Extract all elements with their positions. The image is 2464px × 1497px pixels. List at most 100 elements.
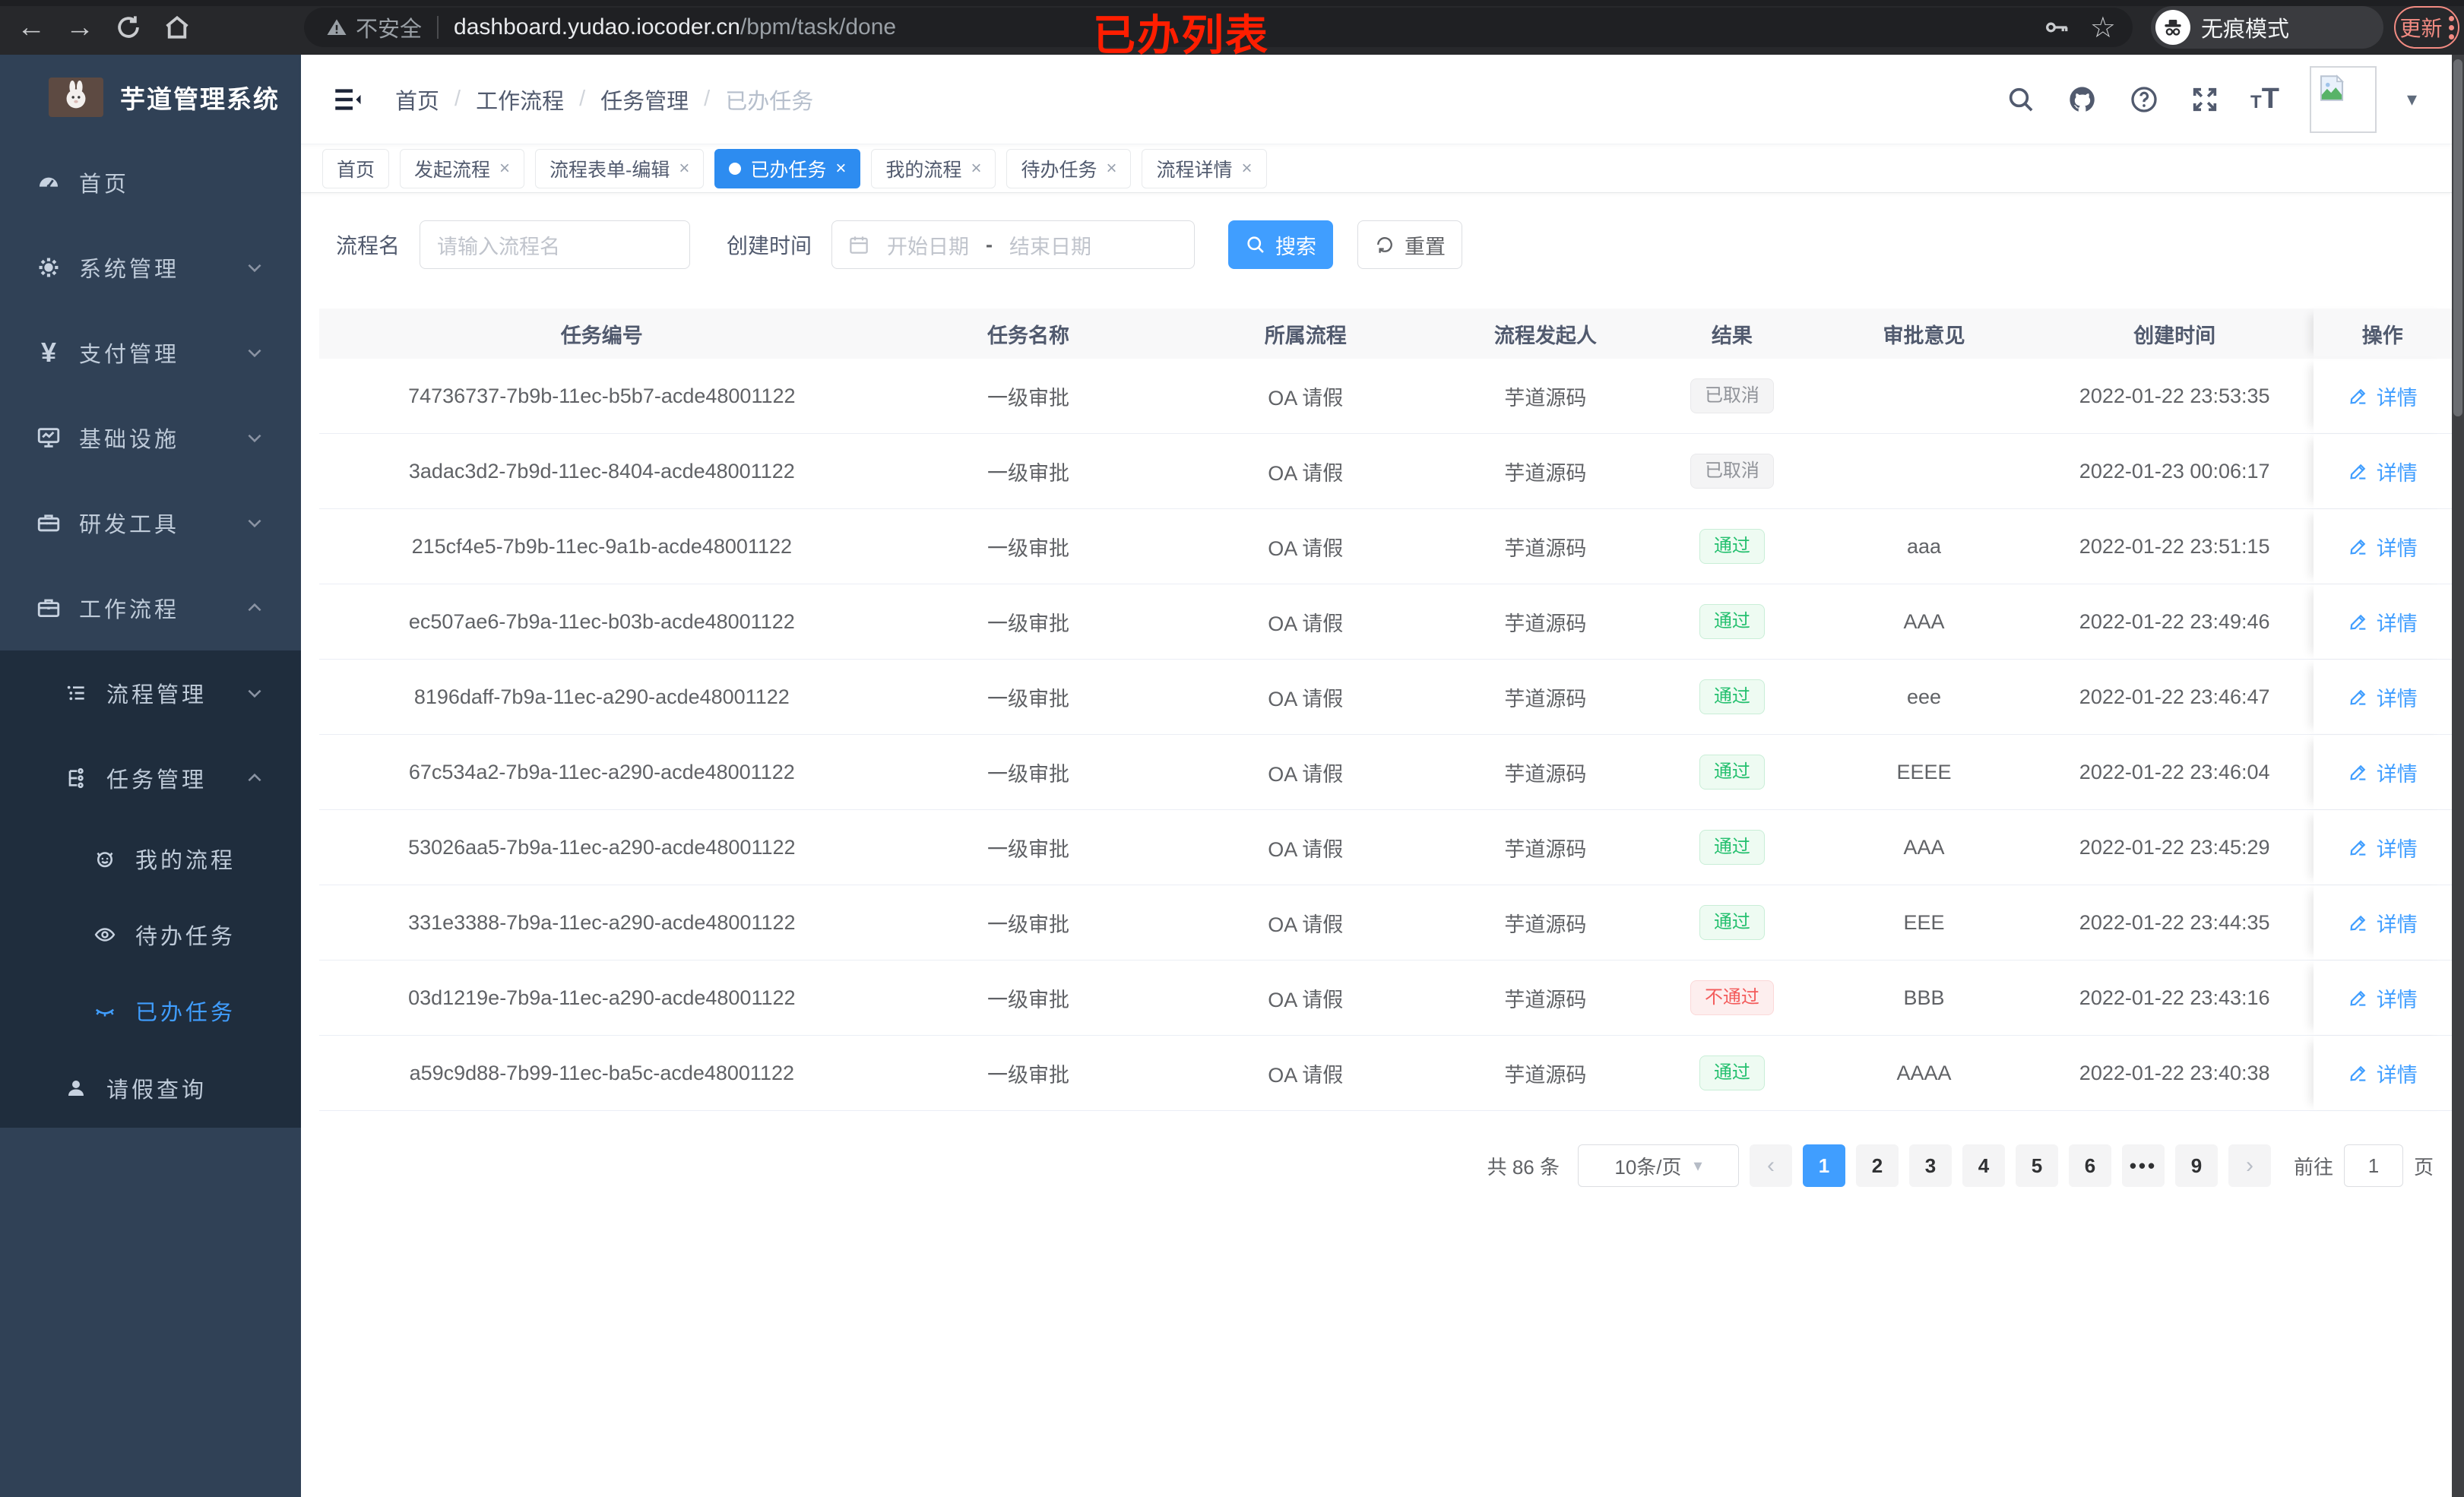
page-size-select[interactable]: 10条/页 ▾	[1577, 1144, 1739, 1187]
incognito-label: 无痕模式	[2201, 17, 2290, 42]
browser-update-button[interactable]: 更新	[2394, 6, 2459, 49]
tab-bar: 首页 发起流程 × 流程表单-编辑 × 已办任务 × 我的流程 × 待办任务 × 流程详情…	[301, 144, 2452, 193]
cell-task-id: ec507ae6-7b9a-11ec-b03b-acde48001122	[408, 609, 795, 633]
cell-action: 详情	[2314, 885, 2452, 960]
browser-reload-icon[interactable]	[111, 10, 146, 45]
cell-task-name: 一级审批	[987, 461, 1069, 485]
page-button-3[interactable]: 3	[1908, 1144, 1952, 1187]
cell-action: 详情	[2314, 660, 2452, 734]
goto-page-input[interactable]: 1	[2343, 1144, 2403, 1187]
chevron-down-icon[interactable]: ▾	[2407, 87, 2417, 111]
close-icon[interactable]: ×	[1242, 158, 1253, 179]
cell-opinion: aaa	[1906, 534, 1941, 558]
help-icon[interactable]	[2129, 84, 2159, 115]
close-icon[interactable]: ×	[679, 158, 689, 179]
detail-link[interactable]: 详情	[2348, 607, 2418, 637]
close-icon[interactable]: ×	[1106, 158, 1116, 179]
col-create-time: 创建时间	[2133, 324, 2216, 347]
breadcrumb-home[interactable]: 首页	[395, 84, 439, 116]
page-button-1[interactable]: 1	[1802, 1144, 1845, 1187]
update-label: 更新	[2399, 17, 2443, 40]
detail-link[interactable]: 详情	[2348, 833, 2418, 862]
page-content: 流程名 请输入流程名 创建时间 开始日期 - 结束日期 搜索 重置 任务编号 任…	[301, 220, 2452, 1187]
tab-process-form-edit[interactable]: 流程表单-编辑 ×	[535, 148, 705, 188]
browser-forward-icon[interactable]: →	[62, 10, 97, 45]
breadcrumb-task-management[interactable]: 任务管理	[600, 84, 689, 116]
sidebar-item-devtools[interactable]: 研发工具	[0, 480, 301, 565]
date-range-input[interactable]: 开始日期 - 结束日期	[831, 220, 1196, 269]
scrollbar-thumb[interactable]	[2453, 59, 2462, 416]
sidebar-item-process-management[interactable]: 流程管理	[0, 650, 301, 736]
page-button-6[interactable]: 6	[2068, 1144, 2111, 1187]
detail-link[interactable]: 详情	[2348, 682, 2418, 712]
detail-link[interactable]: 详情	[2348, 1059, 2418, 1088]
font-size-icon[interactable]: TT	[2250, 83, 2279, 116]
page-button-9[interactable]: 9	[2174, 1144, 2218, 1187]
browser-menu-icon[interactable]	[2448, 15, 2454, 40]
close-icon[interactable]: ×	[835, 158, 846, 179]
avatar[interactable]	[2309, 65, 2377, 133]
sidebar-item-task-management[interactable]: 任务管理	[0, 736, 301, 821]
cell-starter: 芋道源码	[1504, 913, 1587, 936]
search-icon[interactable]	[2006, 84, 2036, 115]
sidebar-item-done-tasks[interactable]: 已办任务	[0, 973, 301, 1049]
process-name-input[interactable]: 请输入流程名	[420, 220, 691, 269]
edit-pencil-icon	[2350, 388, 2366, 404]
sidebar-item-my-process[interactable]: 我的流程	[0, 821, 301, 897]
page-button-5[interactable]: 5	[2015, 1144, 2058, 1187]
sidebar-item-home[interactable]: 首页	[0, 140, 301, 225]
cell-create-time: 2022-01-22 23:43:16	[2079, 986, 2270, 1009]
prev-page-button[interactable]: ‹	[1749, 1144, 1792, 1187]
detail-link[interactable]: 详情	[2348, 381, 2418, 411]
search-button[interactable]: 搜索	[1228, 220, 1334, 269]
key-icon[interactable]	[2043, 14, 2070, 41]
sidebar-item-system[interactable]: 系统管理	[0, 225, 301, 310]
detail-link[interactable]: 详情	[2348, 908, 2418, 938]
detail-link[interactable]: 详情	[2348, 457, 2418, 486]
bookmark-star-icon[interactable]: ☆	[2090, 11, 2116, 45]
cell-task-id: 53026aa5-7b9a-11ec-a290-acde48001122	[408, 835, 796, 859]
tab-home[interactable]: 首页	[322, 148, 390, 188]
cell-action: 详情	[2314, 961, 2452, 1035]
cell-opinion: EEEE	[1896, 760, 1952, 783]
logo[interactable]: 芋道管理系统	[0, 55, 301, 140]
col-task-name: 任务名称	[987, 324, 1069, 347]
sidebar-item-payment[interactable]: ¥ 支付管理	[0, 310, 301, 395]
tab-done-tasks[interactable]: 已办任务 ×	[714, 148, 861, 188]
browser-home-icon[interactable]	[160, 10, 195, 45]
page-button-2[interactable]: 2	[1855, 1144, 1899, 1187]
screen: ← → 不安全 dashboard.yudao.iocoder.cn/bpm/t…	[0, 0, 2464, 1497]
more-pages-button[interactable]: •••	[2121, 1144, 2165, 1187]
sidebar-item-leave-query[interactable]: 请假查询	[0, 1049, 301, 1128]
cell-result: 通过	[1652, 679, 1812, 714]
table-row: 03d1219e-7b9a-11ec-a290-acde48001122 一级审…	[319, 961, 2452, 1036]
sidebar-item-infrastructure[interactable]: 基础设施	[0, 395, 301, 480]
tab-process-detail[interactable]: 流程详情 ×	[1142, 148, 1267, 188]
github-icon[interactable]	[2067, 84, 2098, 116]
sidebar-item-workflow[interactable]: 工作流程	[0, 565, 301, 650]
close-icon[interactable]: ×	[499, 158, 510, 179]
page-button-4[interactable]: 4	[1962, 1144, 2005, 1187]
cell-result: 已取消	[1652, 378, 1812, 413]
cell-opinion: AAA	[1903, 835, 1945, 859]
close-icon[interactable]: ×	[971, 158, 981, 179]
browser-scrollbar[interactable]	[2452, 55, 2464, 1497]
next-page-button[interactable]: ›	[2228, 1144, 2271, 1187]
tab-start-process[interactable]: 发起流程 ×	[400, 148, 525, 188]
menu-fold-icon[interactable]	[331, 84, 363, 116]
cell-process: OA 请假	[1268, 988, 1344, 1011]
detail-link[interactable]: 详情	[2348, 758, 2418, 787]
breadcrumb-workflow[interactable]: 工作流程	[476, 84, 564, 116]
list-tree-icon	[62, 681, 90, 705]
reset-button[interactable]: 重置	[1357, 220, 1463, 269]
tab-my-process[interactable]: 我的流程 ×	[871, 148, 996, 188]
security-warning[interactable]: 不安全	[325, 11, 422, 43]
sidebar-item-todo-tasks[interactable]: 待办任务	[0, 897, 301, 973]
fullscreen-icon[interactable]	[2190, 84, 2220, 115]
detail-link[interactable]: 详情	[2348, 983, 2418, 1013]
tab-todo-tasks[interactable]: 待办任务 ×	[1006, 148, 1132, 188]
browser-back-icon[interactable]: ←	[14, 10, 49, 45]
detail-link[interactable]: 详情	[2348, 532, 2418, 562]
monitor-icon	[35, 425, 62, 451]
status-badge: 通过	[1699, 1055, 1765, 1090]
